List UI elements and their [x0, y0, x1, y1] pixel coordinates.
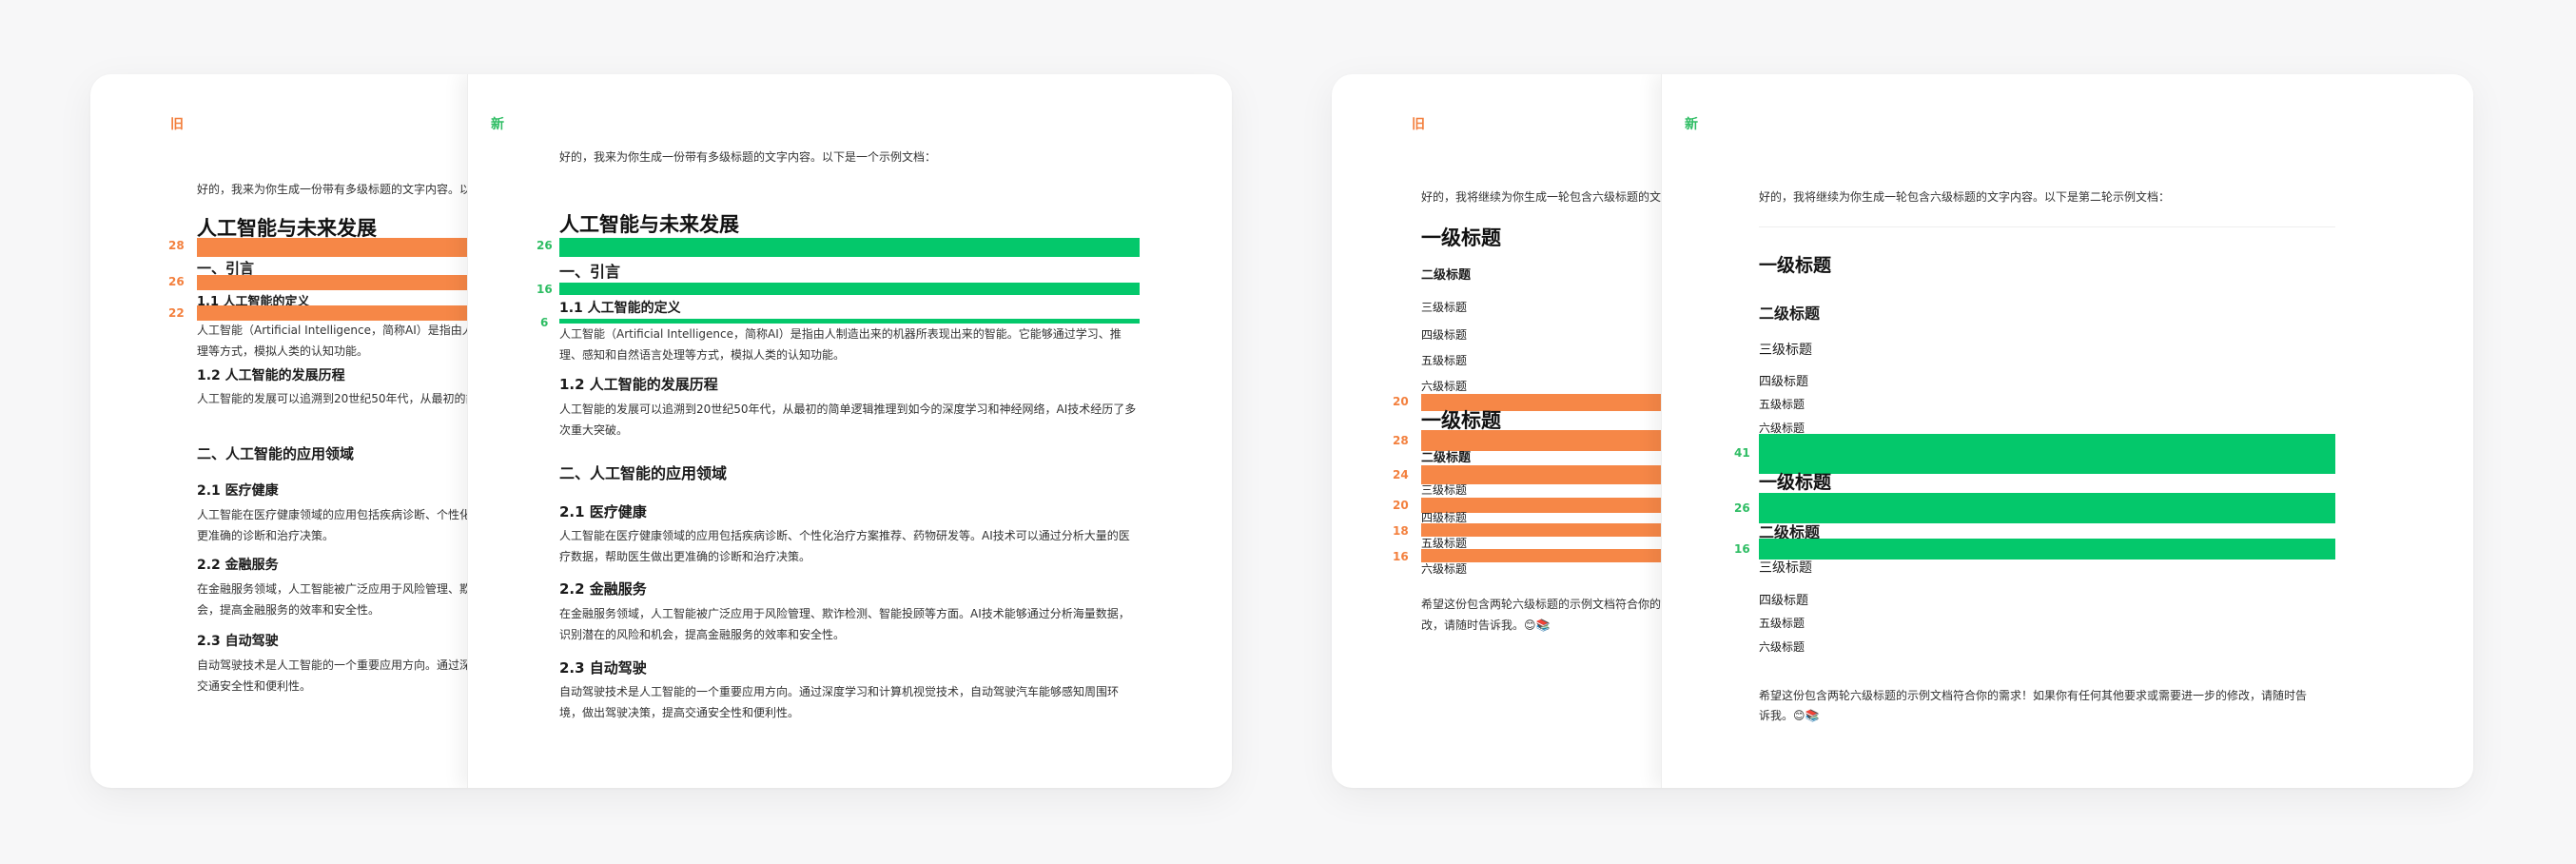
- spacing-bar: [1759, 493, 2335, 523]
- bar-value: 16: [1393, 550, 1409, 563]
- heading-history: 1.2 人工智能的发展历程: [559, 376, 718, 393]
- intro-text: 好的，我将继续为你生成一轮包含六级标题的文字内容。以下是第二轮示例文档：: [1759, 190, 2171, 204]
- bar-value: 24: [1393, 468, 1409, 481]
- para-autonomous: 自动驾驶技术是人工智能的一个重要应用方向。通过深度学习和计算机视觉技术，自动驾驶…: [197, 658, 499, 693]
- para-history: 人工智能的发展可以追溯到20世纪50年代，从最初的简单逻辑推理到如今的深度学习和…: [197, 392, 499, 405]
- old-label: 旧: [1412, 117, 1425, 132]
- heading-level-4: 四级标题: [1421, 328, 1468, 342]
- spacing-bar: [559, 283, 1140, 295]
- para-medical: 人工智能在医疗健康领域的应用包括疾病诊断、个性化治疗方案推荐、药物研发等。AI技…: [197, 508, 499, 542]
- bar-value: 26: [537, 239, 553, 252]
- bar-value: 28: [168, 239, 185, 252]
- bar-value: 20: [1393, 499, 1409, 512]
- intro-text: 好的，我来为你生成一份带有多级标题的文字内容。以下是一个示例文档：: [197, 183, 499, 196]
- spacing-bar: [1759, 434, 2335, 474]
- bar-value: 16: [1734, 542, 1750, 556]
- heading-medical: 2.1 医疗健康: [559, 503, 647, 520]
- para-finance: 在金融服务领域，人工智能被广泛应用于风险管理、欺诈检测、智能投顾等方面。AI技术…: [197, 582, 499, 617]
- spacing-bar: [559, 238, 1140, 257]
- heading-level-1: 一级标题: [1759, 255, 1832, 276]
- bar-value: 26: [168, 275, 185, 288]
- heading-definition: 1.1 人工智能的定义: [559, 301, 681, 316]
- new-label: 新: [1685, 117, 1698, 132]
- heading-autonomous: 2.3 自动驾驶: [559, 659, 647, 677]
- para-autonomous: 自动驾驶技术是人工智能的一个重要应用方向。通过深度学习和计算机视觉技术，自动驾驶…: [559, 685, 1120, 719]
- bar-value: 18: [1393, 524, 1409, 538]
- heading-level-1: 一级标题: [1421, 226, 1501, 249]
- intro-text: 好的，我来为你生成一份带有多级标题的文字内容。以下是一个示例文档：: [559, 150, 937, 164]
- heading-level-2: 二级标题: [1759, 304, 1821, 323]
- heading-autonomous: 2.3 自动驾驶: [197, 634, 279, 649]
- bar-value: 22: [168, 306, 185, 320]
- divider: [1759, 226, 2335, 227]
- new-label: 新: [491, 117, 504, 132]
- heading-level-3: 三级标题: [1759, 343, 1812, 358]
- heading-level-4: 四级标题: [1759, 375, 1809, 389]
- heading-level-1: 一级标题: [1759, 472, 1832, 493]
- bar-value: 6: [540, 316, 549, 329]
- heading-level-4: 四级标题: [1759, 594, 1809, 608]
- heading-level-5: 五级标题: [1421, 354, 1468, 367]
- new-pane: 新 好的，我将继续为你生成一轮包含六级标题的文字内容。以下是第二轮示例文档： 一…: [1661, 74, 2473, 788]
- para-history: 人工智能的发展可以追溯到20世纪50年代，从最初的简单逻辑推理到如今的深度学习和…: [559, 403, 1137, 437]
- old-pane: 旧 好的，我来为你生成一份带有多级标题的文字内容。以下是一个示例文档： 人工智能…: [90, 74, 499, 788]
- heading-applications: 二、人工智能的应用领域: [559, 464, 728, 482]
- bar-value: 41: [1734, 446, 1750, 460]
- heading-level-6: 六级标题: [1759, 640, 1805, 654]
- doc-title: 人工智能与未来发展: [559, 213, 739, 236]
- para-definition: 人工智能（Artificial Intelligence，简称AI）是指由人制造…: [197, 324, 499, 358]
- heading-level-2: 二级标题: [1421, 451, 1472, 465]
- heading-level-5: 五级标题: [1759, 617, 1805, 630]
- closing-text-line-1: 希望这份包含两轮六级标题的示例文档符合你的需求！如果你有任何其他要求或需要进一步…: [1759, 689, 2308, 702]
- closing-text-line-2: 诉我。😊📚: [1759, 709, 1820, 722]
- heading-level-2: 二级标题: [1421, 268, 1472, 283]
- heading-level-5: 五级标题: [1759, 398, 1805, 411]
- heading-applications: 二、人工智能的应用领域: [197, 445, 355, 462]
- heading-intro: 一、引言: [559, 263, 621, 281]
- comparison-card-left: 旧 好的，我来为你生成一份带有多级标题的文字内容。以下是一个示例文档： 人工智能…: [90, 74, 1232, 788]
- spacing-bar: [197, 305, 499, 321]
- heading-medical: 2.1 医疗健康: [197, 483, 279, 499]
- heading-history: 1.2 人工智能的发展历程: [197, 368, 345, 383]
- spacing-bar: [1759, 539, 2335, 560]
- para-definition: 人工智能（Artificial Intelligence，简称AI）是指由人制造…: [559, 327, 1122, 362]
- heading-level-6: 六级标题: [1421, 562, 1468, 576]
- bar-value: 26: [1734, 501, 1750, 515]
- bar-value: 20: [1393, 395, 1409, 408]
- bar-value: 16: [537, 283, 553, 296]
- new-pane: 新 好的，我来为你生成一份带有多级标题的文字内容。以下是一个示例文档： 人工智能…: [467, 74, 1232, 788]
- bar-value: 28: [1393, 434, 1409, 447]
- heading-level-3: 三级标题: [1421, 483, 1468, 497]
- heading-level-3: 三级标题: [1421, 301, 1468, 314]
- heading-level-3: 三级标题: [1759, 560, 1812, 576]
- heading-finance: 2.2 金融服务: [197, 558, 279, 573]
- spacing-bar: [197, 238, 499, 257]
- old-label: 旧: [170, 117, 184, 132]
- comparison-card-right: 旧 好的，我将继续为你生成一轮包含六级标题的文字内容。以下是第二轮示例文档： 一…: [1332, 74, 2473, 788]
- para-medical: 人工智能在医疗健康领域的应用包括疾病诊断、个性化治疗方案推荐、药物研发等。AI技…: [559, 529, 1130, 563]
- spacing-bar: [197, 275, 499, 290]
- heading-finance: 2.2 金融服务: [559, 580, 647, 598]
- para-finance: 在金融服务领域，人工智能被广泛应用于风险管理、欺诈检测、智能投顾等方面。AI技术…: [559, 607, 1130, 641]
- heading-level-6: 六级标题: [1421, 380, 1468, 393]
